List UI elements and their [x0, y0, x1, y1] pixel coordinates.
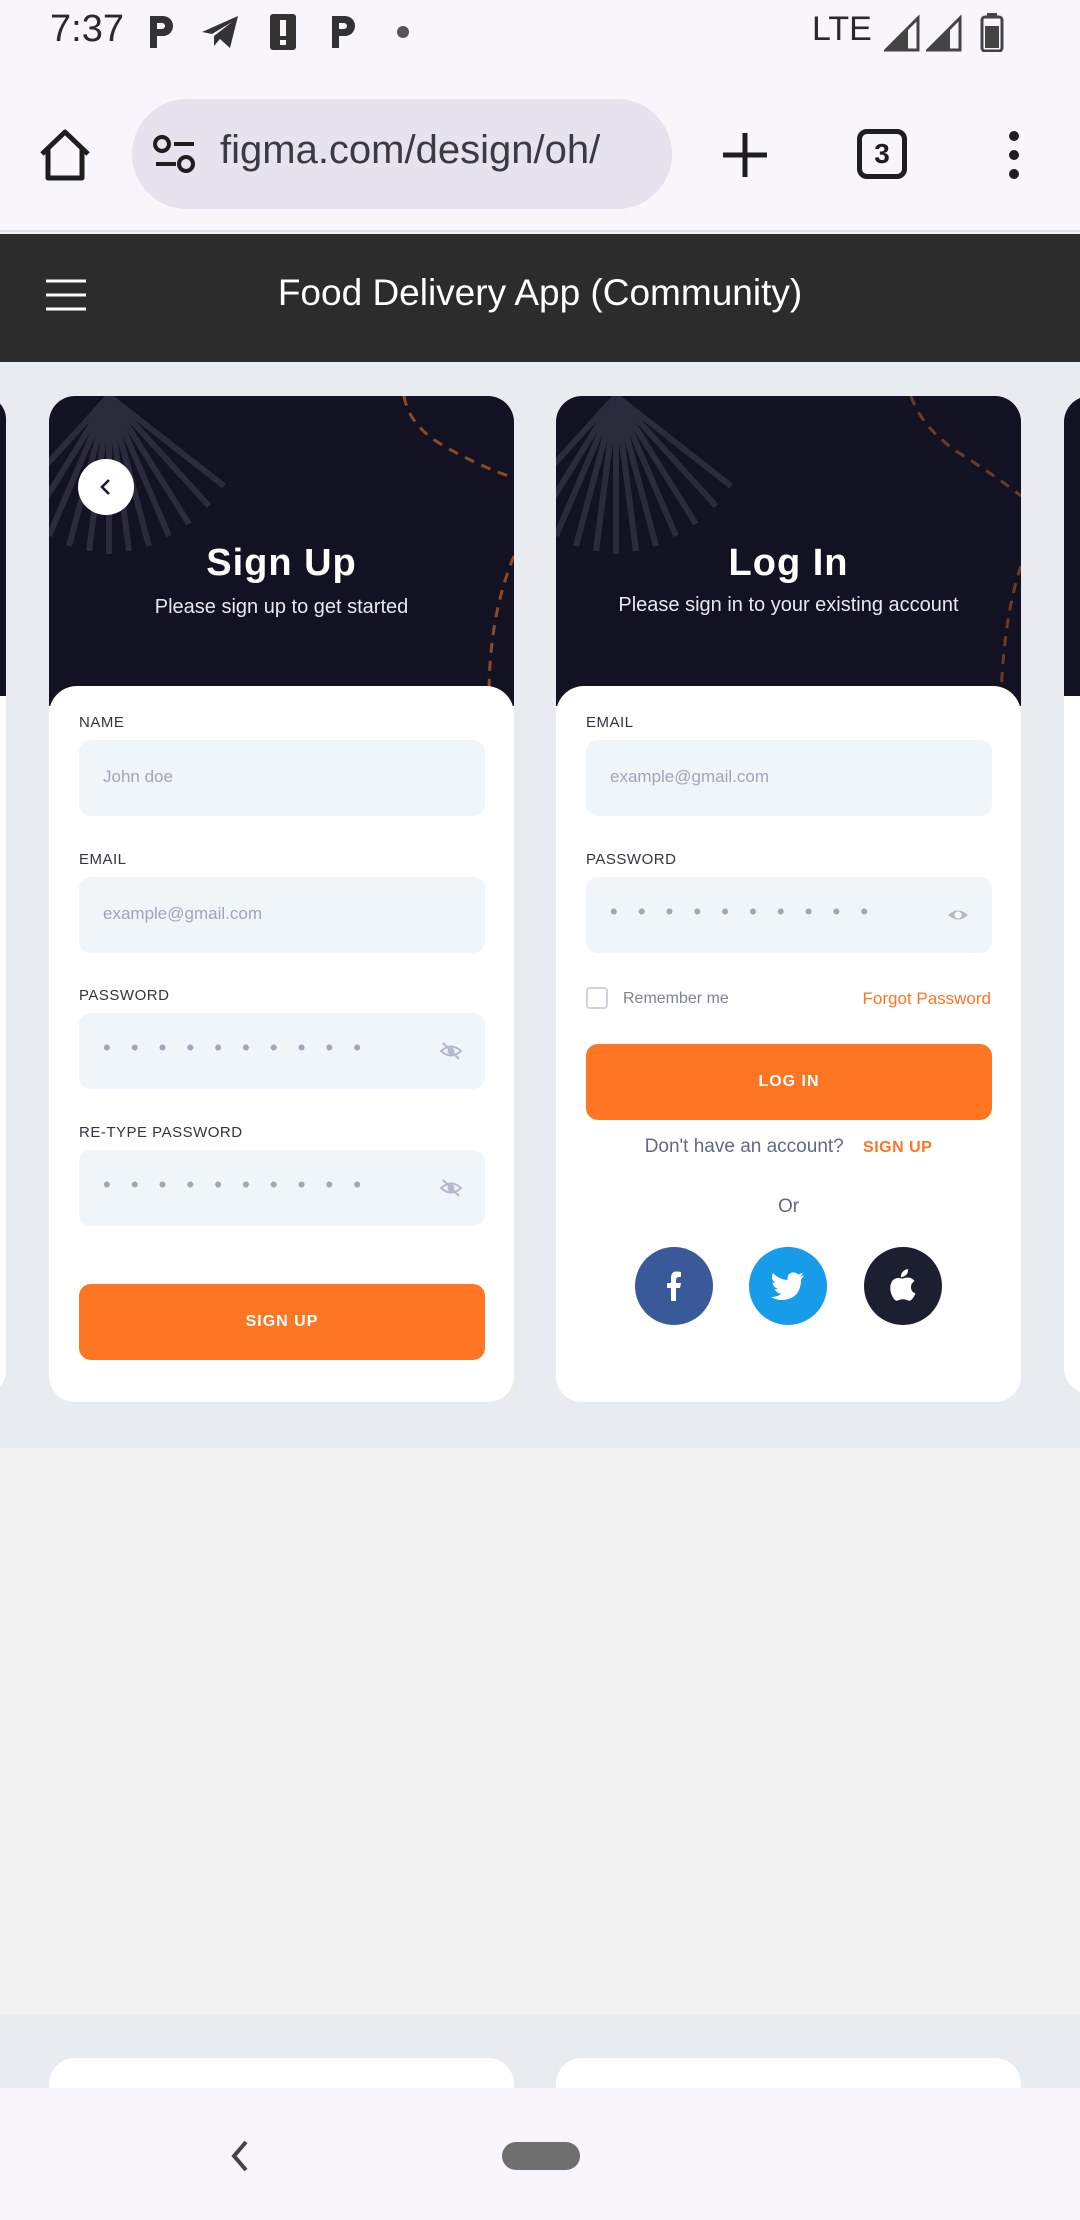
status-time: 7:37	[50, 8, 124, 50]
eye-off-icon[interactable]	[439, 1176, 463, 1200]
alert-icon	[270, 14, 296, 50]
email-label: EMAIL	[79, 851, 127, 868]
name-field[interactable]: John doe	[79, 740, 485, 816]
parking-icon	[150, 16, 173, 48]
frame-right-edge	[1064, 396, 1080, 1394]
password-field[interactable]: • • • • • • • • • •	[586, 877, 992, 953]
password-value: • • • • • • • • • •	[103, 1035, 369, 1060]
remember-me-label: Remember me	[623, 990, 729, 1007]
email-placeholder: example@gmail.com	[103, 904, 262, 923]
new-tab-icon[interactable]	[720, 130, 770, 180]
name-placeholder: John doe	[103, 767, 173, 786]
back-button[interactable]	[78, 459, 134, 515]
signup-prompt: Don't have an account? SIGN UP	[556, 1136, 1021, 1158]
dot-icon	[397, 26, 409, 38]
signup-screen: Sign Up Please sign up to get started NA…	[49, 396, 514, 1402]
forgot-password-link[interactable]: Forgot Password	[863, 989, 992, 1009]
network-type: LTE	[812, 10, 872, 48]
email-label: EMAIL	[586, 714, 634, 731]
signup-title: Sign Up	[206, 542, 357, 584]
remember-me-checkbox[interactable]	[586, 987, 608, 1009]
email-placeholder: example@gmail.com	[610, 767, 769, 786]
battery-icon	[980, 13, 1004, 52]
retype-password-label: RE-TYPE PASSWORD	[79, 1124, 243, 1141]
signup-header: Sign Up Please sign up to get started	[49, 396, 514, 706]
sign-up-link[interactable]: SIGN UP	[863, 1139, 932, 1156]
login-subtitle: Please sign in to your existing account	[618, 594, 959, 616]
telegram-icon	[202, 16, 238, 48]
frame-left-edge	[0, 396, 6, 1394]
email-field[interactable]: example@gmail.com	[586, 740, 992, 816]
log-in-button[interactable]: LOG IN	[586, 1044, 992, 1120]
site-settings-icon[interactable]	[152, 134, 198, 174]
parking-icon	[332, 16, 355, 48]
retype-password-value: • • • • • • • • • •	[103, 1172, 369, 1197]
file-title: Food Delivery App (Community)	[277, 272, 803, 313]
password-field[interactable]: • • • • • • • • • •	[79, 1013, 485, 1089]
login-form: EMAIL example@gmail.com PASSWORD • • • •…	[556, 686, 1021, 1402]
login-screen: Log In Please sign in to your existing a…	[556, 396, 1021, 1402]
signal-icon	[926, 14, 962, 52]
chevron-left-icon	[100, 479, 110, 495]
retype-password-field[interactable]: • • • • • • • • • •	[79, 1150, 485, 1226]
facebook-icon	[667, 1271, 681, 1301]
apple-button[interactable]	[864, 1247, 942, 1325]
url-text[interactable]: figma.com/design/oh/	[220, 128, 652, 173]
signal-icon	[884, 14, 920, 52]
password-label: PASSWORD	[586, 851, 677, 868]
password-value: • • • • • • • • • •	[610, 899, 876, 924]
sign-up-button[interactable]: SIGN UP	[79, 1284, 485, 1360]
name-label: NAME	[79, 714, 125, 731]
or-divider: Or	[777, 1196, 800, 1217]
back-nav-icon[interactable]	[228, 2138, 252, 2174]
signup-form: NAME John doe EMAIL example@gmail.com PA…	[49, 686, 514, 1402]
twitter-icon	[771, 1272, 804, 1300]
email-field[interactable]: example@gmail.com	[79, 877, 485, 953]
twitter-button[interactable]	[749, 1247, 827, 1325]
password-label: PASSWORD	[79, 987, 170, 1004]
more-icon[interactable]	[1002, 130, 1026, 180]
eye-off-icon[interactable]	[439, 1039, 463, 1063]
login-header: Log In Please sign in to your existing a…	[556, 396, 1021, 706]
eye-icon[interactable]	[946, 903, 970, 927]
no-account-text: Don't have an account?	[644, 1136, 844, 1157]
login-title: Log In	[728, 542, 849, 584]
tabs-button[interactable]: 3	[857, 129, 907, 179]
facebook-button[interactable]	[635, 1247, 713, 1325]
signup-subtitle: Please sign up to get started	[154, 596, 409, 618]
apple-icon	[890, 1269, 916, 1301]
home-icon[interactable]	[36, 126, 94, 184]
home-gesture-handle[interactable]	[502, 2142, 580, 2170]
